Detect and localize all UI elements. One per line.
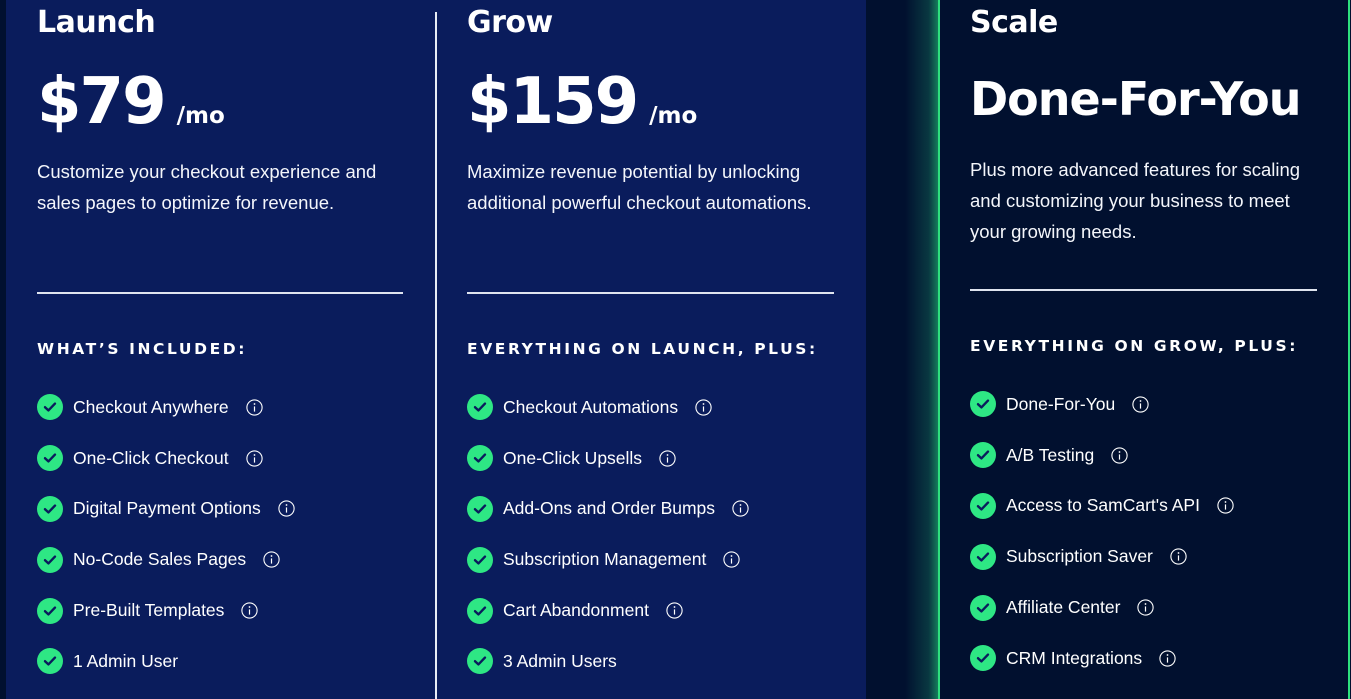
feature-item: Affiliate Center [970,582,1234,633]
plan-divider [435,12,437,699]
section-divider [467,292,834,294]
check-circle-icon [37,546,63,573]
plan-description: Plus more advanced features for scaling … [970,159,1301,242]
feature-label: 1 Admin User [73,650,179,671]
feature-label: CRM Integrations [1006,647,1143,668]
info-circle-icon[interactable] [1137,599,1155,616]
feature-item: Checkout Anywhere [37,382,295,433]
info-circle-icon[interactable] [723,551,740,568]
price-row: $79 /mo [37,70,225,134]
plan-price: $159 [467,65,639,139]
feature-list: Checkout Automations One-Click Upsells Add… [467,382,749,687]
info-circle-icon[interactable] [246,399,263,416]
feature-item: Pre-Built Templates [37,585,295,636]
plan-description: Customize your checkout experience and s… [37,161,377,213]
feature-item: Done-For-You [970,379,1234,430]
feature-label: Cart Abandonment [503,600,649,621]
scale-card-glow [905,0,939,699]
feature-label: Done-For-You [1006,393,1116,414]
feature-label: Subscription Management [503,549,707,570]
feature-item: 3 Admin Users [467,636,749,687]
info-circle-icon[interactable] [1170,548,1187,565]
info-circle-icon[interactable] [1132,396,1149,413]
info-circle-icon[interactable] [732,500,749,518]
info-circle-icon[interactable] [1217,497,1234,515]
check-circle-icon [37,648,63,675]
feature-item: Digital Payment Options [37,484,295,535]
feature-item: Cart Abandonment [467,585,749,636]
plan-name: Launch [37,5,156,40]
feature-label: Add-Ons and Order Bumps [503,498,716,519]
feature-list: Checkout Anywhere One-Click Checkout Digit… [37,382,295,687]
feature-label: Affiliate Center [1006,597,1121,618]
check-circle-icon [467,394,493,421]
info-circle-icon[interactable] [659,450,676,467]
info-circle-icon[interactable] [245,450,263,467]
feature-item: A/B Testing [970,430,1234,481]
check-circle-icon [37,495,63,522]
check-circle-icon [970,492,996,519]
plan-name: Scale [970,5,1058,40]
plan-headline: Done-For-You [970,72,1301,126]
plan-description: Maximize revenue potential by unlocking … [467,161,812,213]
info-circle-icon[interactable] [666,602,683,619]
check-circle-icon [970,645,996,672]
plan-name: Grow [467,5,553,40]
feature-label: One-Click Checkout [73,447,229,468]
feature-label: Pre-Built Templates [73,600,225,621]
feature-item: One-Click Checkout [37,433,295,484]
check-circle-icon [970,442,996,469]
check-circle-icon [970,543,996,570]
feature-item: Subscription Saver [970,531,1234,582]
feature-label: Subscription Saver [1006,546,1153,567]
feature-label: One-Click Upsells [503,447,643,468]
section-divider [37,292,403,294]
features-heading: EVERYTHING ON LAUNCH, PLUS: [467,340,818,358]
price-period: /mo [649,103,698,129]
check-circle-icon [970,594,996,621]
features-heading: EVERYTHING ON GROW, PLUS: [970,337,1299,355]
section-divider [970,289,1317,291]
feature-label: A/B Testing [1006,444,1095,465]
check-circle-icon [467,597,493,624]
features-heading: WHAT’S INCLUDED: [37,340,248,358]
check-circle-icon [37,445,63,472]
check-circle-icon [467,495,493,522]
info-circle-icon[interactable] [1111,447,1128,464]
feature-label: 3 Admin Users [503,650,617,671]
feature-list: Done-For-You A/B Testing Access to SamCart… [970,379,1234,684]
feature-label: Digital Payment Options [73,498,261,519]
feature-item: 1 Admin User [37,636,295,687]
feature-label: Access to SamCart's API [1006,495,1200,516]
price-period: /mo [176,103,225,129]
feature-label: No-Code Sales Pages [73,549,247,570]
feature-item: No-Code Sales Pages [37,534,295,585]
check-circle-icon [467,445,493,472]
plan-price: $79 [37,65,167,139]
check-circle-icon [970,391,996,418]
feature-label: Checkout Anywhere [73,396,229,417]
feature-item: One-Click Upsells [467,433,749,484]
info-circle-icon[interactable] [695,399,712,416]
feature-item: Checkout Automations [467,382,749,433]
feature-item: Subscription Management [467,534,749,585]
check-circle-icon [467,546,493,573]
feature-label: Checkout Automations [503,396,679,417]
price-row: $159 /mo [467,70,697,134]
feature-item: CRM Integrations [970,633,1234,684]
info-circle-icon[interactable] [263,551,280,568]
info-circle-icon[interactable] [278,500,295,518]
check-circle-icon [37,394,63,421]
check-circle-icon [467,648,493,675]
feature-item: Add-Ons and Order Bumps [467,484,749,535]
info-circle-icon[interactable] [1159,650,1176,667]
feature-item: Access to SamCart's API [970,481,1234,532]
info-circle-icon[interactable] [241,602,259,619]
check-circle-icon [37,597,63,624]
